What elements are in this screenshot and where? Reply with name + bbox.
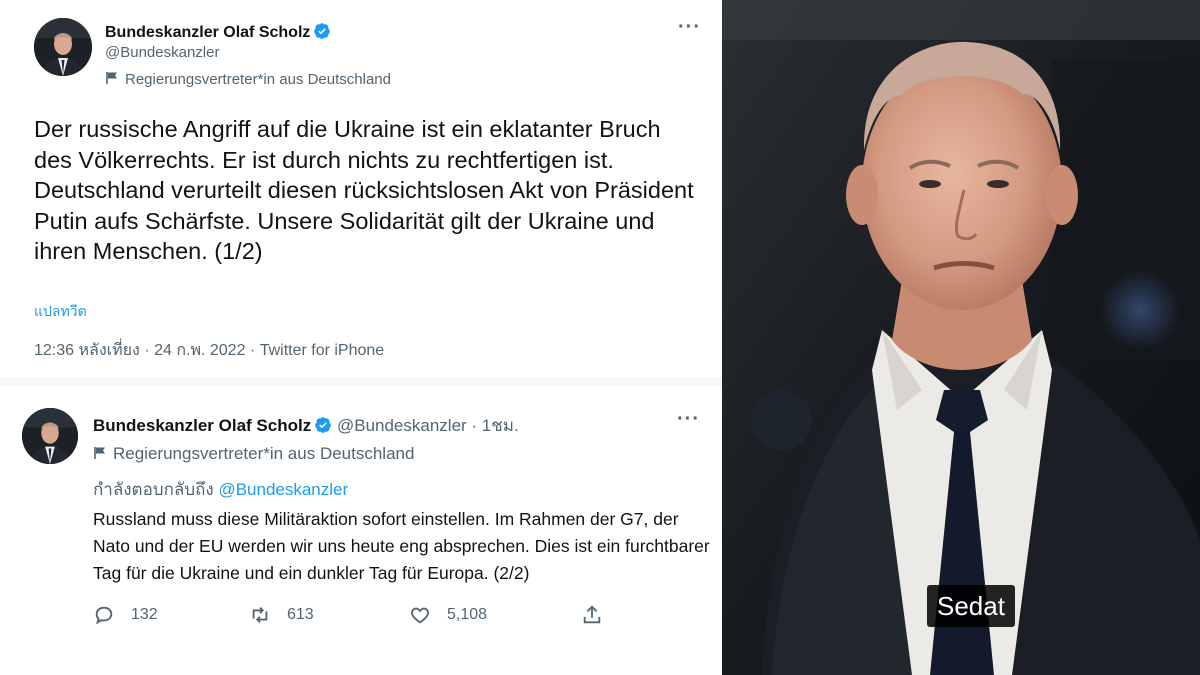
author-handle[interactable]: @Bundeskanzler (105, 44, 219, 61)
tweet-text: Russland muss diese Militäraktion sofort… (93, 509, 710, 583)
verified-badge-icon (315, 417, 332, 433)
retweet-button[interactable]: 613 (249, 600, 314, 630)
reply-count: 132 (131, 606, 158, 623)
flag-icon (106, 72, 117, 84)
divider (0, 378, 722, 386)
reply-button[interactable]: 132 (93, 600, 158, 630)
translate-link[interactable]: แปลทวีต (34, 301, 87, 323)
author-handle-time[interactable]: @Bundeskanzler · 1ชม. (337, 416, 519, 435)
gov-label: Regierungsvertreter*in aus Deutschland (105, 71, 391, 88)
tweet-reply[interactable]: Bundeskanzler Olaf Scholz @Bundeskanzler… (0, 386, 722, 675)
tweets-panel: Bundeskanzler Olaf Scholz @Bundeskanzler… (0, 0, 722, 675)
action-bar: 132 613 5,108 (93, 600, 613, 630)
video-subtitle: Sedat (927, 585, 1015, 627)
speaker-image (722, 0, 1200, 675)
retweet-count: 613 (287, 606, 314, 623)
like-icon (411, 607, 429, 624)
share-button[interactable] (581, 600, 619, 630)
gov-label-text: Regierungsvertreter*in aus Deutschland (125, 71, 391, 88)
share-icon (583, 605, 601, 624)
verified-badge-icon (314, 23, 331, 39)
more-icon[interactable]: ··· (677, 408, 700, 431)
like-button[interactable]: 5,108 (409, 600, 487, 630)
reply-context: กำลังตอบกลับถึง @Bundeskanzler (93, 476, 348, 503)
reply-prefix: กำลังตอบกลับถึง (93, 480, 214, 499)
author-line[interactable]: Bundeskanzler Olaf Scholz @Bundeskanzler… (93, 412, 519, 439)
reply-icon (95, 606, 113, 625)
like-count: 5,108 (447, 606, 488, 623)
gov-label-text: Regierungsvertreter*in aus Deutschland (113, 444, 415, 463)
author-name-text[interactable]: Bundeskanzler Olaf Scholz (105, 24, 310, 41)
avatar[interactable] (34, 18, 92, 76)
flag-icon (94, 447, 105, 459)
avatar[interactable] (22, 408, 78, 464)
tweet-main[interactable]: Bundeskanzler Olaf Scholz @Bundeskanzler… (0, 0, 722, 375)
reply-mention-link[interactable]: @Bundeskanzler (218, 480, 348, 499)
tweet-timestamp[interactable]: 12:36 หลังเที่ยง · 24 ก.พ. 2022 · Twitte… (34, 338, 384, 363)
video-frame: Sedat (722, 0, 1200, 675)
author-name[interactable]: Bundeskanzler Olaf Scholz (105, 22, 331, 42)
tweet-text: Der russische Angriff auf die Ukraine is… (34, 116, 694, 264)
gov-label: Regierungsvertreter*in aus Deutschland (93, 444, 414, 464)
retweet-icon (252, 607, 268, 623)
more-icon[interactable]: ··· (678, 16, 701, 39)
author-name-text[interactable]: Bundeskanzler Olaf Scholz (93, 416, 311, 435)
